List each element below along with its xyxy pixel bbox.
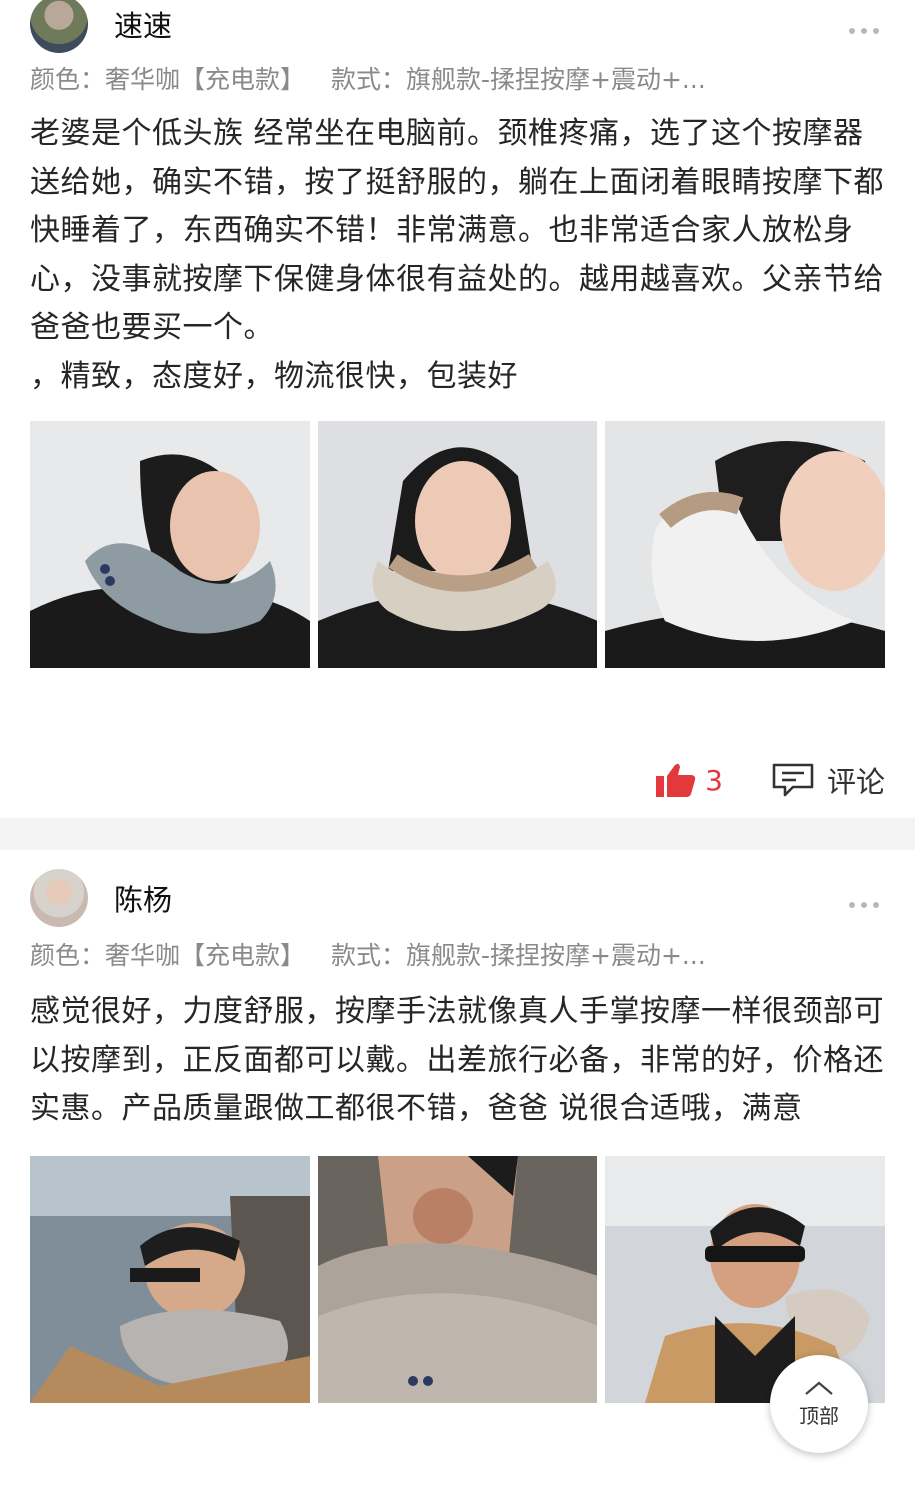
- thumbs-up-icon: [656, 763, 696, 797]
- spec-style: 款式：旗舰款-揉捏按摩+震动+...: [331, 941, 706, 970]
- review-photo[interactable]: [30, 421, 310, 668]
- review-photo[interactable]: [605, 421, 886, 668]
- like-button[interactable]: 3: [655, 762, 723, 798]
- avatar[interactable]: [30, 0, 88, 53]
- photo-man-in-car: [30, 1155, 310, 1403]
- product-spec: 颜色：奢华咖【充电款】 款式：旗舰款-揉捏按摩+震动+...: [30, 936, 885, 976]
- photo-woman-neck-pillow: [317, 421, 598, 668]
- review-photo[interactable]: [317, 1155, 598, 1403]
- spec-style: 款式：旗舰款-揉捏按摩+震动+...: [331, 65, 706, 94]
- review-header: 陈杨: [30, 850, 885, 927]
- review-photo[interactable]: [317, 421, 598, 668]
- review-tags: ，精致，态度好，物流很快，包装好: [30, 358, 518, 394]
- photo-woman-neck-pillow: [30, 421, 310, 668]
- review-header: 速速: [30, 0, 885, 53]
- more-icon[interactable]: [849, 893, 885, 908]
- review-actions: 3 评论: [655, 760, 885, 800]
- back-to-top-button[interactable]: 顶部: [770, 1355, 868, 1453]
- more-icon[interactable]: [849, 19, 885, 34]
- review-content: 感觉很好，力度舒服，按摩手法就像真人手掌按摩一样很颈部可以按摩到，正反面都可以戴…: [30, 994, 884, 1126]
- username[interactable]: 陈杨: [114, 877, 172, 919]
- review-text: 老婆是个低头族 经常坐在电脑前。颈椎疼痛，选了这个按摩器送给她，确实不错，按了挺…: [30, 110, 885, 401]
- comment-button[interactable]: 评论: [771, 759, 885, 801]
- review-photos: [30, 421, 886, 668]
- spec-color: 颜色：奢华咖【充电款】: [30, 65, 306, 94]
- chevron-up-icon: [805, 1381, 833, 1395]
- photo-neck-pillow-closeup: [317, 1155, 598, 1403]
- like-count: 3: [705, 763, 723, 797]
- review-text: 感觉很好，力度舒服，按摩手法就像真人手掌按摩一样很颈部可以按摩到，正反面都可以戴…: [30, 988, 885, 1134]
- review-card: 速速 颜色：奢华咖【充电款】 款式：旗舰款-揉捏按摩+震动+... 老婆是个低头族…: [0, 0, 915, 818]
- back-to-top-label: 顶部: [799, 1403, 839, 1428]
- comment-label: 评论: [826, 765, 885, 799]
- username[interactable]: 速速: [114, 3, 172, 45]
- product-spec: 颜色：奢华咖【充电款】 款式：旗舰款-揉捏按摩+震动+...: [30, 60, 885, 100]
- section-divider: [0, 818, 915, 850]
- photo-woman-neck-pillow: [605, 421, 886, 668]
- review-photos: [30, 1155, 886, 1403]
- comment-icon: [772, 763, 814, 797]
- review-photo[interactable]: [30, 1155, 310, 1403]
- review-content: 老婆是个低头族 经常坐在电脑前。颈椎疼痛，选了这个按摩器送给她，确实不错，按了挺…: [30, 116, 884, 345]
- avatar[interactable]: [30, 869, 88, 927]
- spec-color: 颜色：奢华咖【充电款】: [30, 941, 306, 970]
